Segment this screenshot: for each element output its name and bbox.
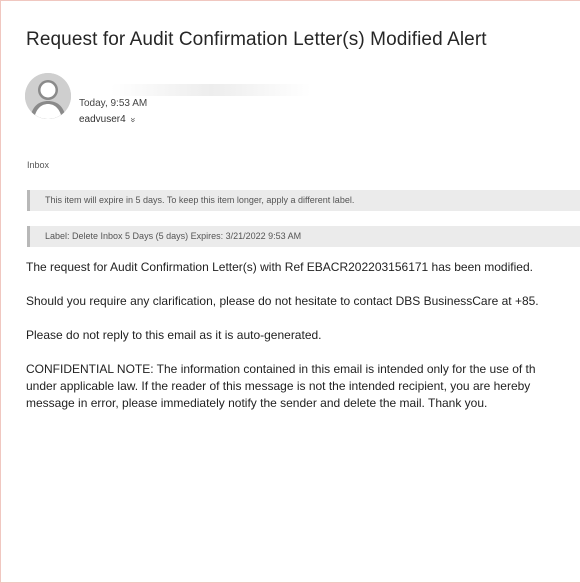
confidential-note-line: under applicable law. If the reader of t… <box>26 379 531 393</box>
email-timestamp: Today, 9:53 AM <box>79 98 148 109</box>
confidential-note-line: CONFIDENTIAL NOTE: The information conta… <box>26 362 536 376</box>
email-body: The request for Audit Confirmation Lette… <box>26 259 580 412</box>
retention-label-bar: Label: Delete Inbox 5 Days (5 days) Expi… <box>27 226 580 247</box>
email-subject: Request for Audit Confirmation Letter(s)… <box>26 29 487 50</box>
expiry-notice-text: This item will expire in 5 days. To keep… <box>45 195 355 205</box>
expiry-notice-bar: This item will expire in 5 days. To keep… <box>27 190 580 211</box>
folder-label: Inbox <box>27 160 50 170</box>
body-paragraph: Please do not reply to this email as it … <box>26 328 322 342</box>
recipient-name[interactable]: eadvuser4 <box>79 114 126 125</box>
retention-label-text: Label: Delete Inbox 5 Days (5 days) Expi… <box>45 231 302 241</box>
chevron-double-down-icon[interactable]: » <box>128 117 138 122</box>
body-paragraph: Should you require any clarification, pl… <box>26 294 539 308</box>
confidential-note-line: message in error, please immediately not… <box>26 396 488 410</box>
recipient-row[interactable]: eadvuser4 » <box>79 114 138 125</box>
email-reading-pane: Request for Audit Confirmation Letter(s)… <box>0 0 580 583</box>
body-paragraph: The request for Audit Confirmation Lette… <box>26 260 533 274</box>
sender-name-redacted <box>111 84 311 96</box>
person-avatar-icon[interactable] <box>25 73 71 119</box>
